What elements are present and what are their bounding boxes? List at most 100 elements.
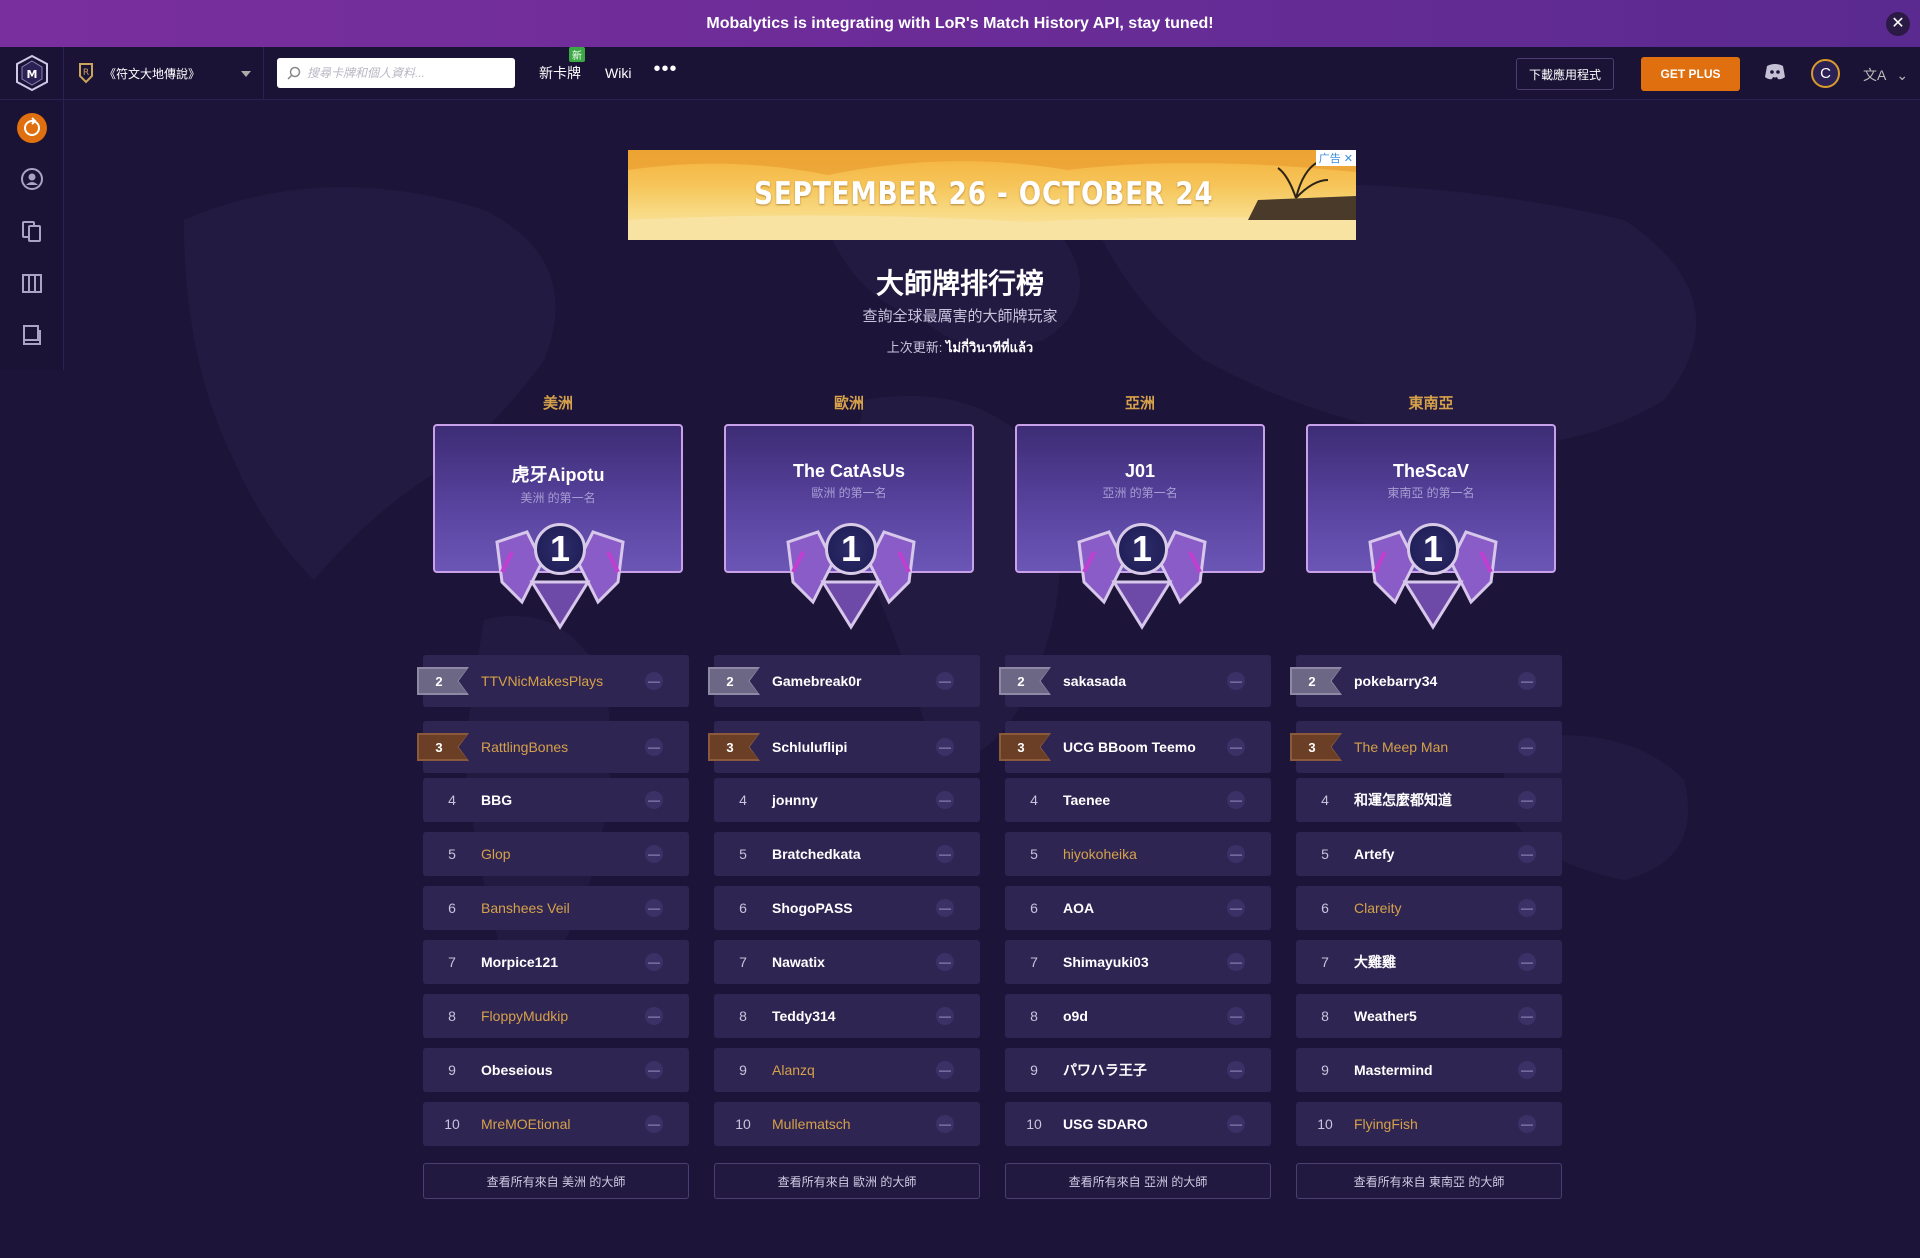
champion-card[interactable]: J01 亞洲 的第一名 1: [1015, 424, 1265, 630]
player-name[interactable]: FlyingFish: [1354, 1116, 1518, 1132]
leaderboard-row[interactable]: 6 AOA —: [1005, 886, 1271, 930]
leaderboard-row[interactable]: 2 Gamebreak0r —: [708, 655, 980, 707]
view-all-button[interactable]: 查看所有來自 東南亞 的大師: [1296, 1163, 1562, 1199]
leaderboard-row[interactable]: 10 Mullematsch —: [714, 1102, 980, 1146]
player-name[interactable]: 大雞雞: [1354, 952, 1518, 972]
leaderboard-row[interactable]: 9 パワハラ王子 —: [1005, 1048, 1271, 1092]
player-name[interactable]: Nawatix: [772, 954, 936, 970]
player-name[interactable]: pokebarry34: [1354, 673, 1518, 689]
player-name[interactable]: hiyokoheika: [1063, 846, 1227, 862]
language-selector[interactable]: 文A ⌄: [1863, 65, 1908, 85]
leaderboard-row[interactable]: 5 Artefy —: [1296, 832, 1562, 876]
download-app-button[interactable]: 下載應用程式: [1516, 58, 1615, 90]
sidebar-item-cards[interactable]: [16, 215, 48, 247]
player-name[interactable]: Alanzq: [772, 1062, 936, 1078]
rank-ribbon-silver: 2: [708, 667, 760, 695]
leaderboard-row[interactable]: 3 UCG BBoom Teemo —: [999, 721, 1271, 773]
player-name[interactable]: Clareity: [1354, 900, 1518, 916]
player-name[interactable]: Schluluflipi: [772, 739, 936, 755]
leaderboard-row[interactable]: 9 Alanzq —: [714, 1048, 980, 1092]
sidebar: [0, 100, 64, 370]
player-name[interactable]: Bratchedkata: [772, 846, 936, 862]
leaderboard-row[interactable]: 2 pokebarry34 —: [1290, 655, 1562, 707]
leaderboard-row[interactable]: 10 FlyingFish —: [1296, 1102, 1562, 1146]
player-name[interactable]: joнnny: [772, 792, 936, 808]
close-icon[interactable]: ✕: [1886, 12, 1910, 36]
leaderboard-row[interactable]: 5 hiyokoheika —: [1005, 832, 1271, 876]
view-all-button[interactable]: 查看所有來自 亞洲 的大師: [1005, 1163, 1271, 1199]
player-name[interactable]: Glop: [481, 846, 645, 862]
player-name[interactable]: 和運怎麼都知道: [1354, 790, 1518, 810]
nav-new-cards[interactable]: 新卡牌 新: [539, 47, 585, 83]
player-name[interactable]: Teddy314: [772, 1008, 936, 1024]
player-name[interactable]: ShogoPASS: [772, 900, 936, 916]
player-name[interactable]: Mullematsch: [772, 1116, 936, 1132]
player-name[interactable]: Obeseious: [481, 1062, 645, 1078]
view-all-button[interactable]: 查看所有來自 美洲 的大師: [423, 1163, 689, 1199]
leaderboard-row[interactable]: 7 Shimayuki03 —: [1005, 940, 1271, 984]
leaderboard-row[interactable]: 5 Bratchedkata —: [714, 832, 980, 876]
leaderboard-row[interactable]: 3 Schluluflipi —: [708, 721, 980, 773]
mobalytics-logo[interactable]: M: [0, 46, 64, 100]
champion-card[interactable]: The CatAsUs 歐洲 的第一名 1: [724, 424, 974, 630]
player-name[interactable]: FloppyMudkip: [481, 1008, 645, 1024]
game-selector[interactable]: R 《符文大地傳說》: [64, 46, 264, 100]
get-plus-button[interactable]: GET PLUS: [1641, 57, 1740, 91]
player-name[interactable]: Taenee: [1063, 792, 1227, 808]
sidebar-item-home[interactable]: [16, 112, 48, 144]
player-name[interactable]: MreMOEtional: [481, 1116, 645, 1132]
player-name[interactable]: Weather5: [1354, 1008, 1518, 1024]
player-name[interactable]: Morpice121: [481, 954, 645, 970]
discord-icon[interactable]: [1764, 63, 1786, 86]
leaderboard-row[interactable]: 4 BBG —: [423, 778, 689, 822]
champion-card[interactable]: TheScaV 東南亞 的第一名 1: [1306, 424, 1556, 630]
coin-avatar[interactable]: C: [1811, 59, 1840, 88]
leaderboard-row[interactable]: 9 Obeseious —: [423, 1048, 689, 1092]
leaderboard-row[interactable]: 6 ShogoPASS —: [714, 886, 980, 930]
leaderboard-row[interactable]: 7 大雞雞 —: [1296, 940, 1562, 984]
player-name[interactable]: sakasada: [1063, 673, 1227, 689]
leaderboard-row[interactable]: 8 o9d —: [1005, 994, 1271, 1038]
leaderboard-row[interactable]: 3 RattlingBones —: [417, 721, 689, 773]
player-name[interactable]: RattlingBones: [481, 739, 645, 755]
player-name[interactable]: Gamebreak0r: [772, 673, 936, 689]
player-name[interactable]: Artefy: [1354, 846, 1518, 862]
leaderboard-row[interactable]: 2 sakasada —: [999, 655, 1271, 707]
search-input[interactable]: [307, 66, 507, 80]
leaderboard-row[interactable]: 4 Taenee —: [1005, 778, 1271, 822]
leaderboard-row[interactable]: 3 The Meep Man —: [1290, 721, 1562, 773]
leaderboard-row[interactable]: 7 Nawatix —: [714, 940, 980, 984]
player-name[interactable]: AOA: [1063, 900, 1227, 916]
player-name[interactable]: Mastermind: [1354, 1062, 1518, 1078]
champion-card[interactable]: 虎牙Aipotu 美洲 的第一名 1: [433, 424, 683, 630]
leaderboard-row[interactable]: 4 joнnny —: [714, 778, 980, 822]
leaderboard-row[interactable]: 10 MreMOEtional —: [423, 1102, 689, 1146]
view-all-button[interactable]: 查看所有來自 歐洲 的大師: [714, 1163, 980, 1199]
leaderboard-row[interactable]: 4 和運怎麼都知道 —: [1296, 778, 1562, 822]
leaderboard-row[interactable]: 8 Teddy314 —: [714, 994, 980, 1038]
player-name[interactable]: TTVNicMakesPlays: [481, 673, 645, 689]
player-name[interactable]: USG SDARO: [1063, 1116, 1227, 1132]
nav-wiki[interactable]: Wiki: [605, 65, 631, 81]
leaderboard-row[interactable]: 5 Glop —: [423, 832, 689, 876]
player-name[interactable]: UCG BBoom Teemo: [1063, 739, 1227, 755]
sidebar-item-profile[interactable]: [16, 163, 48, 195]
leaderboard-row[interactable]: 10 USG SDARO —: [1005, 1102, 1271, 1146]
leaderboard-row[interactable]: 7 Morpice121 —: [423, 940, 689, 984]
leaderboard-row[interactable]: 6 Clareity —: [1296, 886, 1562, 930]
ad-close-badge[interactable]: 广告 ✕: [1315, 150, 1356, 166]
more-icon[interactable]: •••: [653, 58, 677, 81]
leaderboard-row[interactable]: 6 Banshees Veil —: [423, 886, 689, 930]
leaderboard-row[interactable]: 9 Mastermind —: [1296, 1048, 1562, 1092]
player-name[interactable]: パワハラ王子: [1063, 1060, 1227, 1080]
player-name[interactable]: The Meep Man: [1354, 739, 1518, 755]
leaderboard-row[interactable]: 2 TTVNicMakesPlays —: [417, 655, 689, 707]
search-box[interactable]: [277, 58, 515, 88]
player-name[interactable]: BBG: [481, 792, 645, 808]
player-name[interactable]: Shimayuki03: [1063, 954, 1227, 970]
ad-banner[interactable]: SEPTEMBER 26 - OCTOBER 24 广告 ✕: [628, 150, 1356, 240]
leaderboard-row[interactable]: 8 FloppyMudkip —: [423, 994, 689, 1038]
leaderboard-row[interactable]: 8 Weather5 —: [1296, 994, 1562, 1038]
player-name[interactable]: Banshees Veil: [481, 900, 645, 916]
player-name[interactable]: o9d: [1063, 1008, 1227, 1024]
